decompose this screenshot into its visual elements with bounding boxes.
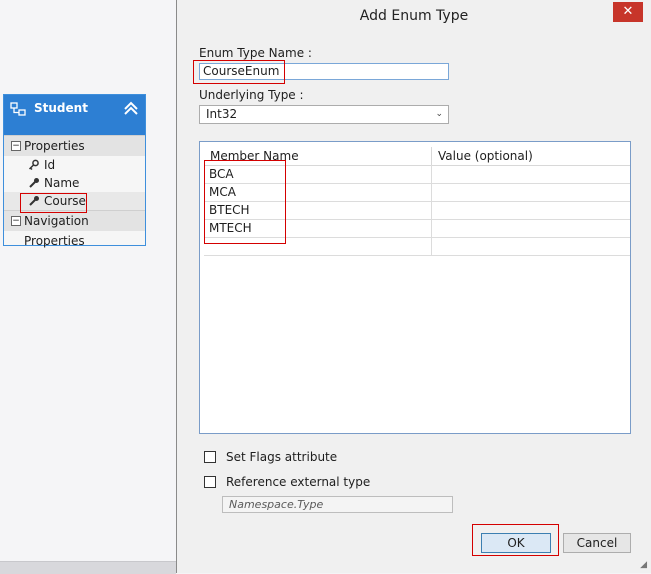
property-id[interactable]: Id [4,156,145,174]
cancel-button-label: Cancel [576,536,618,550]
namespace-input[interactable]: Namespace.Type [222,496,453,513]
entity-student[interactable]: Student − Properties Id Name Course − Na… [3,94,146,248]
add-enum-dialog: Add Enum Type ✕ Enum Type Name : CourseE… [176,0,651,573]
column-value[interactable]: Value (optional) [432,147,630,165]
highlight-enum-name-box [193,60,285,84]
highlight-members-box [204,160,286,244]
value-cell[interactable] [432,165,630,183]
entity-title: Student [34,101,88,115]
highlight-course-box [20,193,87,213]
resize-grip-icon[interactable]: ◢ [640,560,647,570]
reference-external-label: Reference external type [226,475,371,489]
enum-name-label: Enum Type Name : [199,46,312,60]
set-flags-checkbox[interactable] [204,451,216,463]
dialog-title: Add Enum Type [359,8,469,24]
entity-header[interactable]: Student [4,95,145,135]
designer-canvas [0,0,176,573]
value-cell[interactable] [432,219,630,237]
namespace-placeholder: Namespace.Type [229,498,324,511]
property-name[interactable]: Name [4,174,145,192]
cancel-button[interactable]: Cancel [563,533,631,553]
property-label: Id [44,158,56,172]
properties-section[interactable]: − Properties [4,135,145,156]
entity-icon [10,102,26,116]
navigation-section-label: Navigation Properties [24,214,89,248]
value-cell[interactable] [432,183,630,201]
value-cell[interactable] [432,201,630,219]
underlying-type-value: Int32 [206,107,238,121]
reference-external-checkbox[interactable] [204,476,216,488]
navigation-properties-section[interactable]: − Navigation Properties [4,210,145,248]
close-icon: ✕ [622,4,634,19]
collapse-chevron-icon[interactable] [123,100,139,116]
key-icon [28,159,39,171]
wrench-icon [29,178,39,188]
collapse-icon[interactable]: − [11,141,21,151]
collapse-icon[interactable]: − [11,216,21,226]
dialog-titlebar[interactable]: Add Enum Type ✕ [177,0,651,32]
underlying-type-select[interactable]: Int32 ⌄ [199,105,449,124]
property-label: Name [44,176,80,190]
properties-section-label: Properties [24,139,85,153]
value-cell[interactable] [432,237,630,255]
canvas-scrollbar[interactable] [0,561,176,574]
set-flags-label: Set Flags attribute [226,450,338,464]
close-button[interactable]: ✕ [613,2,643,22]
chevron-down-icon: ⌄ [435,109,443,119]
highlight-ok-box [472,524,559,556]
underlying-type-label: Underlying Type : [199,88,304,102]
